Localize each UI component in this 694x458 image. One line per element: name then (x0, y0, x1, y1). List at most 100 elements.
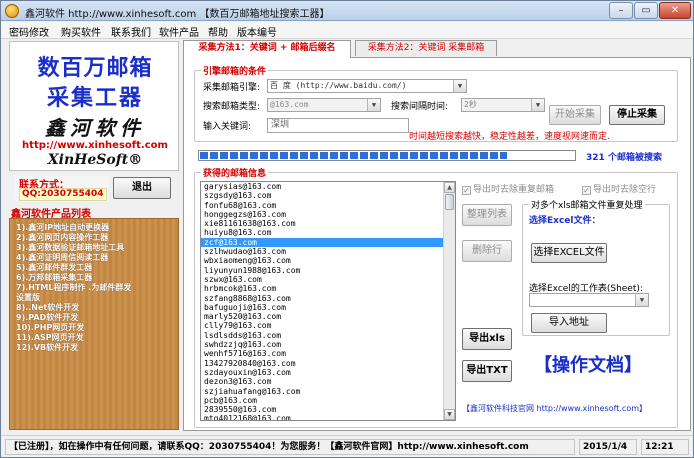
excel-group: 对多个xls邮箱文件重复处理 选择Excel文件： 选择EXCEL文件 选择Ex… (522, 198, 670, 336)
list-item[interactable]: pcb@163.com (201, 396, 455, 405)
list-item[interactable]: wenhf5716@163.com (201, 349, 455, 358)
left-panel: 数百万邮箱 采集工器 鑫河软件 http://www.xinhesoft.com… (7, 41, 180, 430)
menu-help[interactable]: 帮助 (208, 24, 228, 39)
menu-password[interactable]: 密码修改 (9, 24, 49, 39)
dedupe-checkbox[interactable]: ✓ 导出时去除重复邮箱 (462, 182, 554, 195)
status-date: 2015/1/4 (579, 439, 637, 455)
chevron-down-icon: ▼ (531, 99, 544, 111)
status-time: 12:21 (641, 439, 689, 455)
delete-row-button[interactable]: 删除行 (462, 240, 512, 262)
product-item: 9).PAD软件开发 (16, 313, 79, 322)
logo-title-1: 数百万邮箱 (37, 55, 153, 81)
interval-select[interactable]: 2秒 ▼ (461, 98, 545, 112)
list-item[interactable]: 2839550@163.com (201, 405, 455, 414)
contact-box: 联系方式： QQ:2030755404 (15, 176, 109, 202)
tab-method-1[interactable]: 采集方法1：关键词 + 邮箱后缀名 (183, 40, 351, 58)
list-item[interactable]: zcf@163.com (201, 237, 455, 248)
interval-label: 搜索间隔时间: (391, 102, 449, 112)
list-item[interactable]: lsdlsdds@163.com (201, 331, 455, 340)
exit-button[interactable]: 退出 (113, 177, 171, 199)
list-item[interactable]: szjiahuafang@163.com (201, 387, 455, 396)
window-title: 鑫河软件 http://www.xinhesoft.com 【数百万邮箱地址搜索… (25, 9, 330, 20)
excel-file-label: 选择Excel文件： (529, 216, 601, 226)
title-bar: 鑫河软件 http://www.xinhesoft.com 【数百万邮箱地址搜索… (1, 1, 693, 21)
product-item: 5).鑫河邮件群发工器 (16, 263, 93, 272)
list-item[interactable]: fonfu68@163.com (201, 201, 455, 210)
logo-title-2: 采集工器 (46, 85, 143, 111)
menu-products[interactable]: 软件产品 (159, 24, 199, 39)
stop-collect-button[interactable]: 停止采集 (609, 105, 665, 125)
scroll-thumb[interactable] (445, 194, 454, 210)
select-excel-button[interactable]: 选择EXCEL文件 (531, 243, 607, 263)
status-message: 【已注册】，如在操作中有任何问题，请联系QQ：2030755404！为您服务！【… (5, 439, 575, 455)
minimize-button[interactable]: – (609, 2, 633, 19)
progress-bar (198, 150, 576, 161)
check-icon: ✓ (462, 186, 471, 195)
list-item[interactable]: swhdzzjq@163.com (201, 340, 455, 349)
list-item[interactable]: szgsdy@163.com (201, 191, 455, 200)
list-item[interactable]: mtq4012168@163.com (201, 414, 455, 420)
product-item: 10).PHP网页开发 (16, 323, 85, 332)
product-item: 设置版 (16, 293, 40, 302)
list-item[interactable]: marly520@163.com (201, 312, 455, 321)
list-item[interactable]: dezon3@163.com (201, 377, 455, 386)
official-site-link[interactable]: 【鑫河软件科技官网 http://www.xinhesoft.com】 (462, 403, 647, 414)
product-item: 12).VB软件开发 (16, 343, 79, 352)
close-button[interactable]: ✕ (659, 2, 691, 19)
product-item: 7).HTML程序制作 .为邮件群发 (16, 283, 132, 292)
list-item[interactable]: szlhwudao@163.com (201, 247, 455, 256)
scroll-up-icon[interactable]: ▲ (444, 182, 455, 193)
email-list[interactable]: garysias@163.com szgsdy@163.com fonfu68@16… (200, 181, 456, 421)
logo: 数百万邮箱 采集工器 鑫河软件 http://www.xinhesoft.com… (9, 41, 179, 171)
contact-qq: QQ:2030755404 (19, 188, 107, 201)
list-item[interactable]: liyunyun1988@163.com (201, 266, 455, 275)
export-xls-button[interactable]: 导出xls (462, 328, 512, 350)
list-item[interactable]: clly79@163.com (201, 321, 455, 330)
export-txt-button[interactable]: 导出TXT (462, 360, 512, 382)
chevron-down-icon: ▼ (367, 99, 380, 111)
type-select[interactable]: @163.com ▼ (267, 98, 381, 112)
app-window: 鑫河软件 http://www.xinhesoft.com 【数百万邮箱地址搜索… (0, 0, 694, 458)
tidy-list-button[interactable]: 整理列表 (462, 204, 512, 226)
method-tabs: 采集方法1：关键词 + 邮箱后缀名 采集方法2：关键词 采集邮箱 (183, 40, 691, 58)
status-bar: 【已注册】，如在操作中有任何问题，请联系QQ：2030755404！为您服务！【… (1, 435, 693, 457)
list-item[interactable]: garysias@163.com (201, 182, 455, 191)
list-item[interactable]: hrbmcok@163.com (201, 284, 455, 293)
menu-buy[interactable]: 购买软件 (61, 24, 101, 39)
list-item[interactable]: bafuguoji@163.com (201, 303, 455, 312)
chevron-down-icon: ▼ (635, 294, 648, 306)
check-icon: ✓ (582, 186, 591, 195)
list-item[interactable]: honggegzs@163.com (201, 210, 455, 219)
maximize-button[interactable]: ▭ (634, 2, 658, 19)
list-scrollbar[interactable]: ▲ ▼ (443, 182, 455, 420)
product-item: 6).万邦邮箱采集工器 (16, 273, 93, 282)
menu-contact[interactable]: 联系我们 (111, 24, 151, 39)
progress-count: 321 个邮箱被搜索 (586, 153, 662, 163)
products-title: 鑫河软件产品列表 (11, 209, 91, 220)
conditions-group: 引擎邮箱的条件 采集邮箱引擎: 百 度 (http://www.baidu.co… (194, 64, 678, 142)
list-item[interactable]: szdayouxin@163.com (201, 368, 455, 377)
blank-line-checkbox[interactable]: ✓ 导出时去除空行 (582, 182, 656, 195)
start-collect-button[interactable]: 开始采集 (549, 105, 601, 125)
excel-title: 对多个xls邮箱文件重复处理 (529, 198, 645, 211)
list-item[interactable]: szwx@163.com (201, 275, 455, 284)
progress-fill (200, 152, 507, 159)
tab-method-2[interactable]: 采集方法2：关键词 采集邮箱 (355, 40, 497, 56)
operation-doc-link[interactable]: 【操作文档】 (534, 351, 642, 377)
results-title: 获得的邮箱信息 (201, 166, 269, 179)
sheet-select[interactable]: ▼ (529, 293, 649, 307)
list-item[interactable]: wbxiaomeng@163.com (201, 256, 455, 265)
import-address-button[interactable]: 导入地址 (531, 313, 607, 333)
menu-version[interactable]: 版本编号 (237, 24, 277, 39)
list-item[interactable]: szfang8868@163.com (201, 294, 455, 303)
list-item[interactable]: 13427920840@163.com (201, 359, 455, 368)
engine-select[interactable]: 百 度 (http://www.baidu.com/) ▼ (267, 79, 467, 93)
list-item[interactable]: huiyu8@163.com (201, 228, 455, 237)
keyword-label: 输入关键词: (203, 122, 252, 132)
engine-label: 采集邮箱引擎: (203, 83, 261, 93)
product-item: 1).鑫河IP地址自动更换器 (16, 223, 110, 232)
list-item[interactable]: xie81161638@163.com (201, 219, 455, 228)
scroll-down-icon[interactable]: ▼ (444, 409, 455, 420)
product-item: 11).ASP网页开发 (16, 333, 84, 342)
keyword-input[interactable]: 深圳 (267, 118, 409, 133)
